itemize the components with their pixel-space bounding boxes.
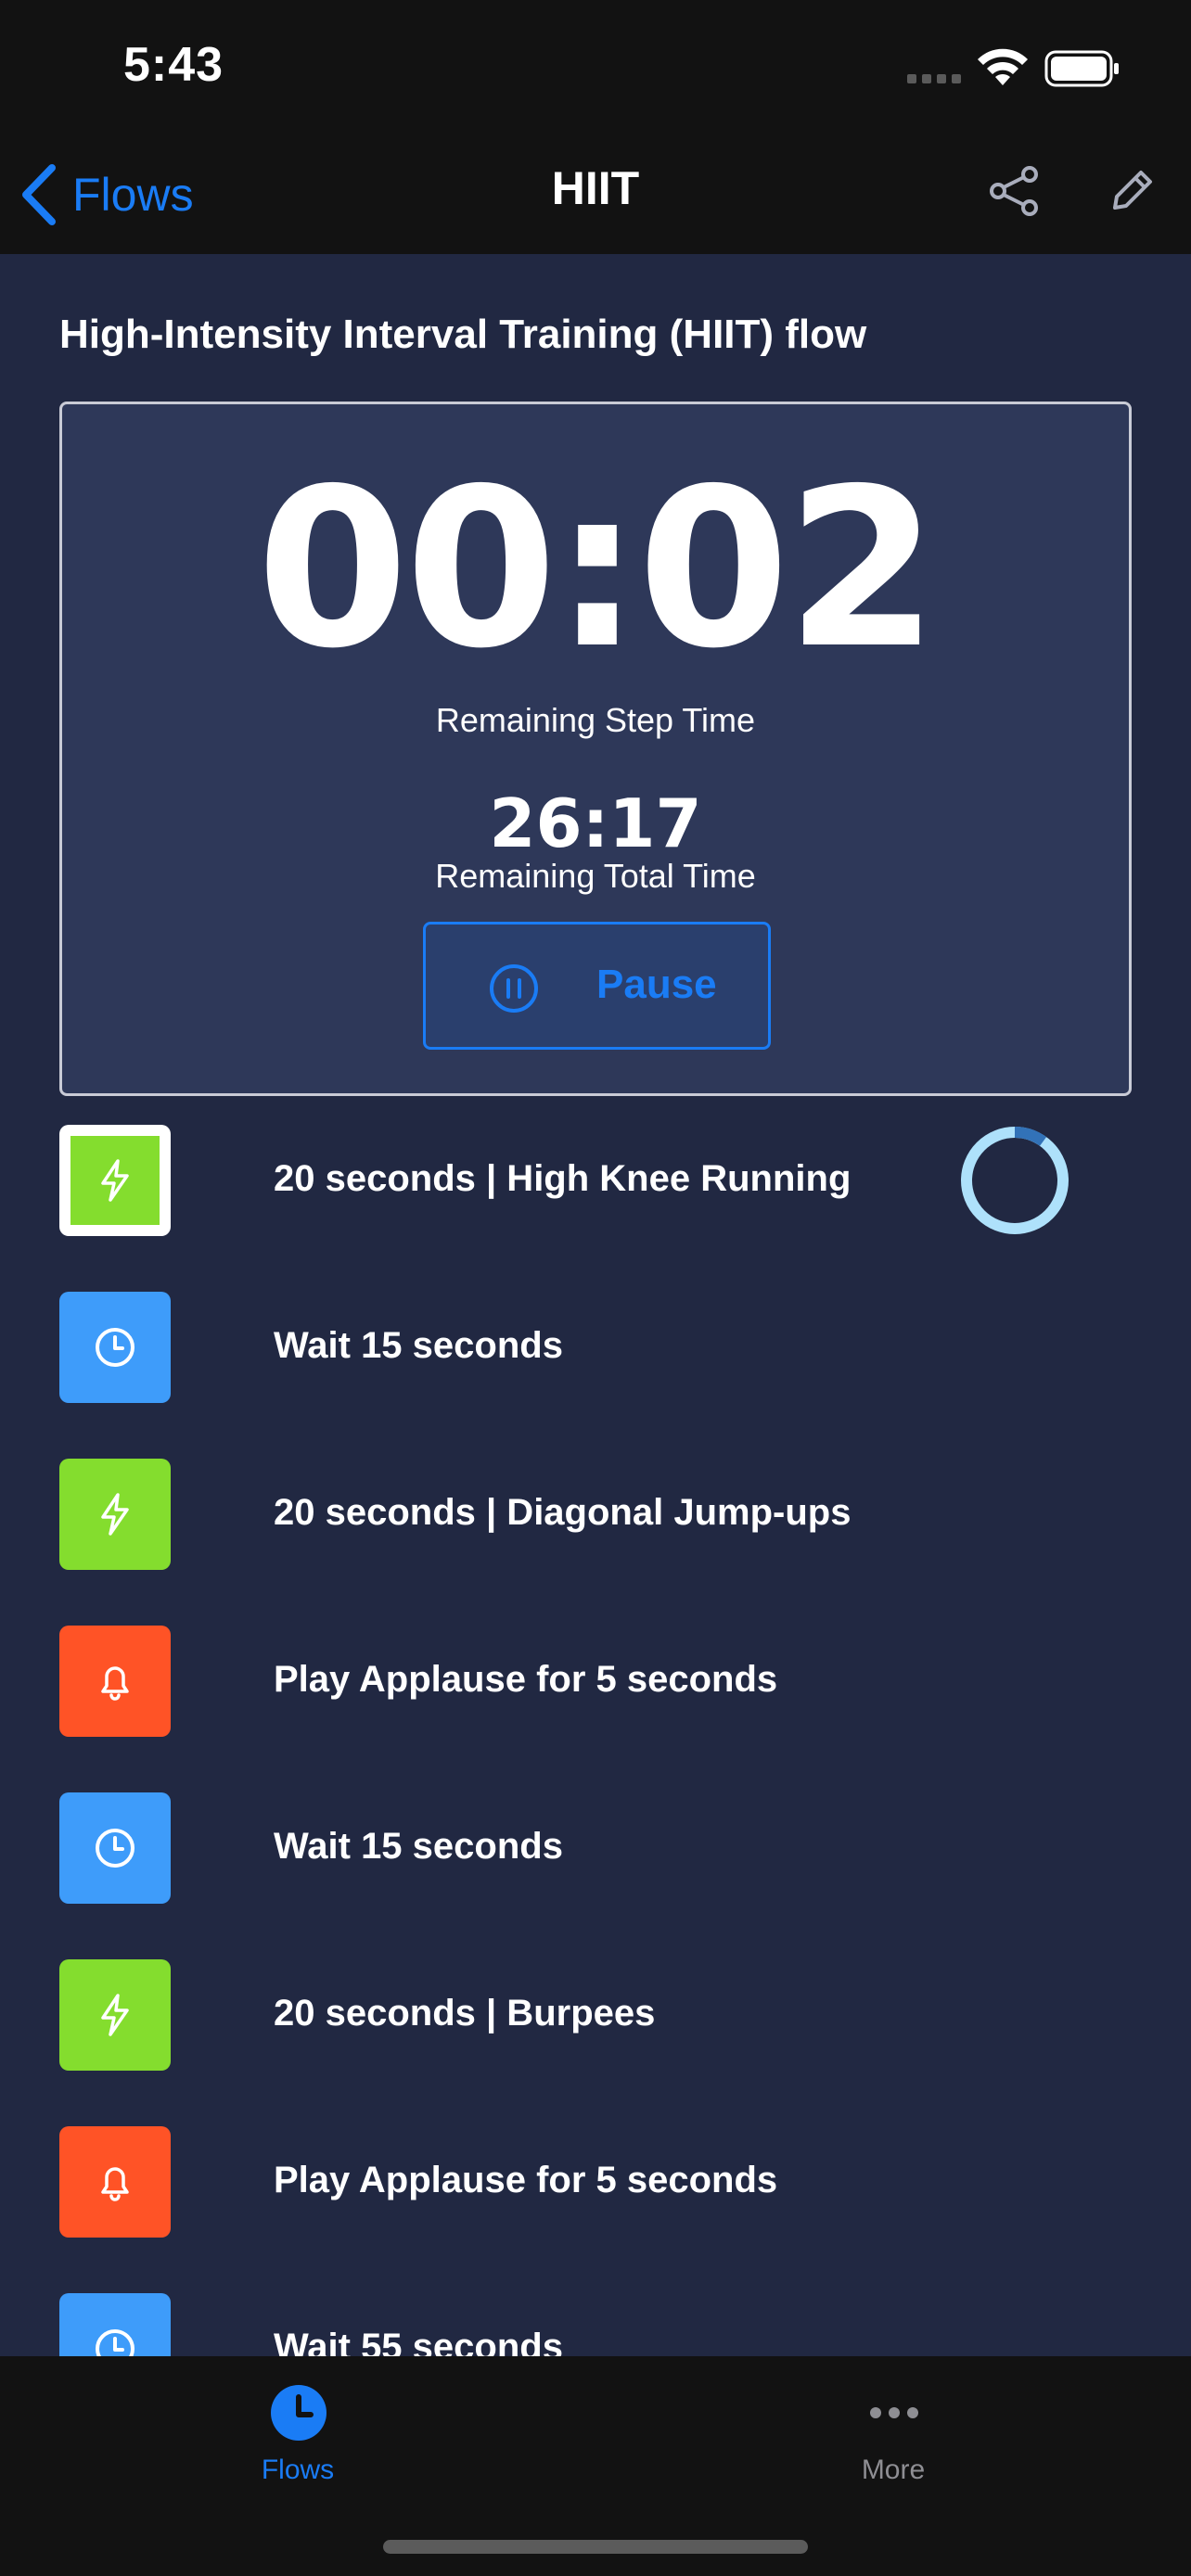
- flow-heading: High-Intensity Interval Training (HIIT) …: [59, 312, 867, 357]
- step-label: 20 seconds | Burpees: [274, 1993, 656, 2034]
- tab-flows-label: Flows: [261, 2455, 335, 2485]
- lightning-icon-tile: [59, 1125, 171, 1236]
- step-label: Wait 55 seconds: [274, 2327, 563, 2356]
- lightning-icon-tile: [59, 1459, 171, 1570]
- pause-button-label: Pause: [596, 962, 717, 1007]
- bell-icon: [101, 1666, 129, 1701]
- bell-icon: [101, 2167, 129, 2201]
- tab-more[interactable]: More: [754, 2375, 1032, 2505]
- top-bar: 5:43 Flows HIIT: [0, 0, 1191, 254]
- cellular-signal-icon: [907, 74, 963, 85]
- step-label: Play Applause for 5 seconds: [274, 1659, 778, 1700]
- list-item[interactable]: Play Applause for 5 seconds: [59, 1626, 1132, 1737]
- clock-icon-tile: [59, 1792, 171, 1904]
- tab-more-label: More: [861, 2455, 926, 2485]
- list-item[interactable]: 20 seconds | Diagonal Jump-ups: [59, 1459, 1132, 1570]
- timer-card: 00:02 Remaining Step Time 26:17 Remainin…: [59, 402, 1132, 1096]
- clock-icon: [96, 1328, 134, 1367]
- list-item[interactable]: Wait 15 seconds: [59, 1292, 1132, 1403]
- bell-icon-tile: [59, 2126, 171, 2238]
- step-progress-ring: [961, 1127, 1069, 1234]
- step-label: Wait 15 seconds: [274, 1325, 563, 1366]
- list-item[interactable]: Wait 15 seconds: [59, 1792, 1132, 1904]
- clock-icon: [96, 1829, 134, 1868]
- list-item[interactable]: 20 seconds | Burpees: [59, 1959, 1132, 2071]
- step-label: Wait 15 seconds: [274, 1826, 563, 1867]
- lightning-icon: [101, 1159, 129, 1202]
- wifi-icon: [978, 48, 1028, 85]
- pause-button[interactable]: Pause: [423, 922, 771, 1050]
- step-list: 20 seconds | High Knee Running Wait 15 s…: [0, 1125, 1191, 2356]
- clock-icon-tile: [59, 2293, 171, 2356]
- edit-pencil-icon[interactable]: [1108, 167, 1156, 215]
- remaining-total-time: 26:17: [489, 784, 702, 862]
- share-icon[interactable]: [989, 165, 1041, 217]
- remaining-total-time-label: Remaining Total Time: [435, 857, 756, 895]
- home-indicator: [383, 2540, 808, 2554]
- lightning-icon: [101, 1493, 129, 1536]
- step-label: 20 seconds | High Knee Running: [274, 1158, 852, 1199]
- lightning-icon: [101, 1994, 129, 2036]
- tab-flows[interactable]: Flows: [159, 2375, 437, 2505]
- step-label: Play Applause for 5 seconds: [274, 2160, 778, 2200]
- remaining-step-time-label: Remaining Step Time: [435, 701, 756, 739]
- lightning-icon-tile: [59, 1959, 171, 2071]
- bell-icon-tile: [59, 1626, 171, 1737]
- list-item[interactable]: Wait 55 seconds: [59, 2293, 1132, 2356]
- clock-icon: [271, 2385, 327, 2441]
- pause-icon: [490, 964, 538, 1013]
- battery-icon: [1044, 50, 1119, 87]
- list-item[interactable]: Play Applause for 5 seconds: [59, 2126, 1132, 2238]
- more-dots-icon: [870, 2407, 918, 2418]
- clock-icon: [96, 2329, 134, 2356]
- clock-icon-tile: [59, 1292, 171, 1403]
- status-time: 5:43: [123, 38, 224, 92]
- list-item[interactable]: 20 seconds | High Knee Running: [59, 1125, 1132, 1236]
- remaining-step-time: 00:02: [256, 441, 938, 696]
- step-label: 20 seconds | Diagonal Jump-ups: [274, 1492, 852, 1533]
